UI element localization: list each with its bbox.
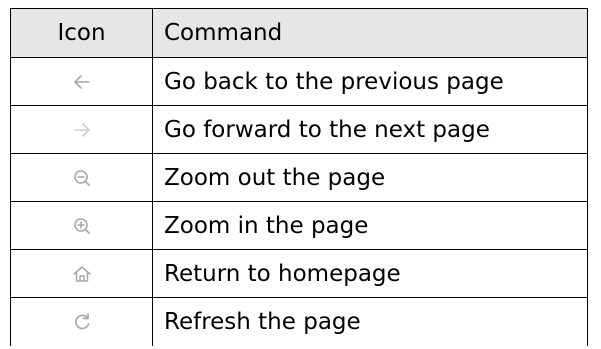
command-text: Zoom out the page [152,153,588,202]
command-table: Icon Command Go back to the previous pag… [10,8,588,346]
table-row: Zoom out the page [10,153,588,202]
command-column-header: Command [152,8,588,58]
command-text: Refresh the page [152,297,588,346]
icon-cell [10,249,153,298]
icon-cell [10,153,153,202]
table-row: Go back to the previous page [10,57,588,106]
icon-cell [10,57,153,106]
icon-cell [10,105,153,154]
table-header-row: Icon Command [10,8,588,58]
command-text: Go back to the previous page [152,57,588,106]
icon-cell [10,201,153,250]
arrow-left-icon [71,71,93,93]
refresh-icon [71,311,93,333]
command-text: Return to homepage [152,249,588,298]
zoom-out-icon [71,167,93,189]
command-text: Go forward to the next page [152,105,588,154]
table-row: Return to homepage [10,249,588,298]
zoom-in-icon [71,215,93,237]
table-row: Zoom in the page [10,201,588,250]
table-row: Refresh the page [10,297,588,346]
icon-cell [10,297,153,346]
arrow-right-icon [71,119,93,141]
home-icon [71,263,93,285]
icon-column-header: Icon [10,8,153,58]
table-row: Go forward to the next page [10,105,588,154]
command-text: Zoom in the page [152,201,588,250]
